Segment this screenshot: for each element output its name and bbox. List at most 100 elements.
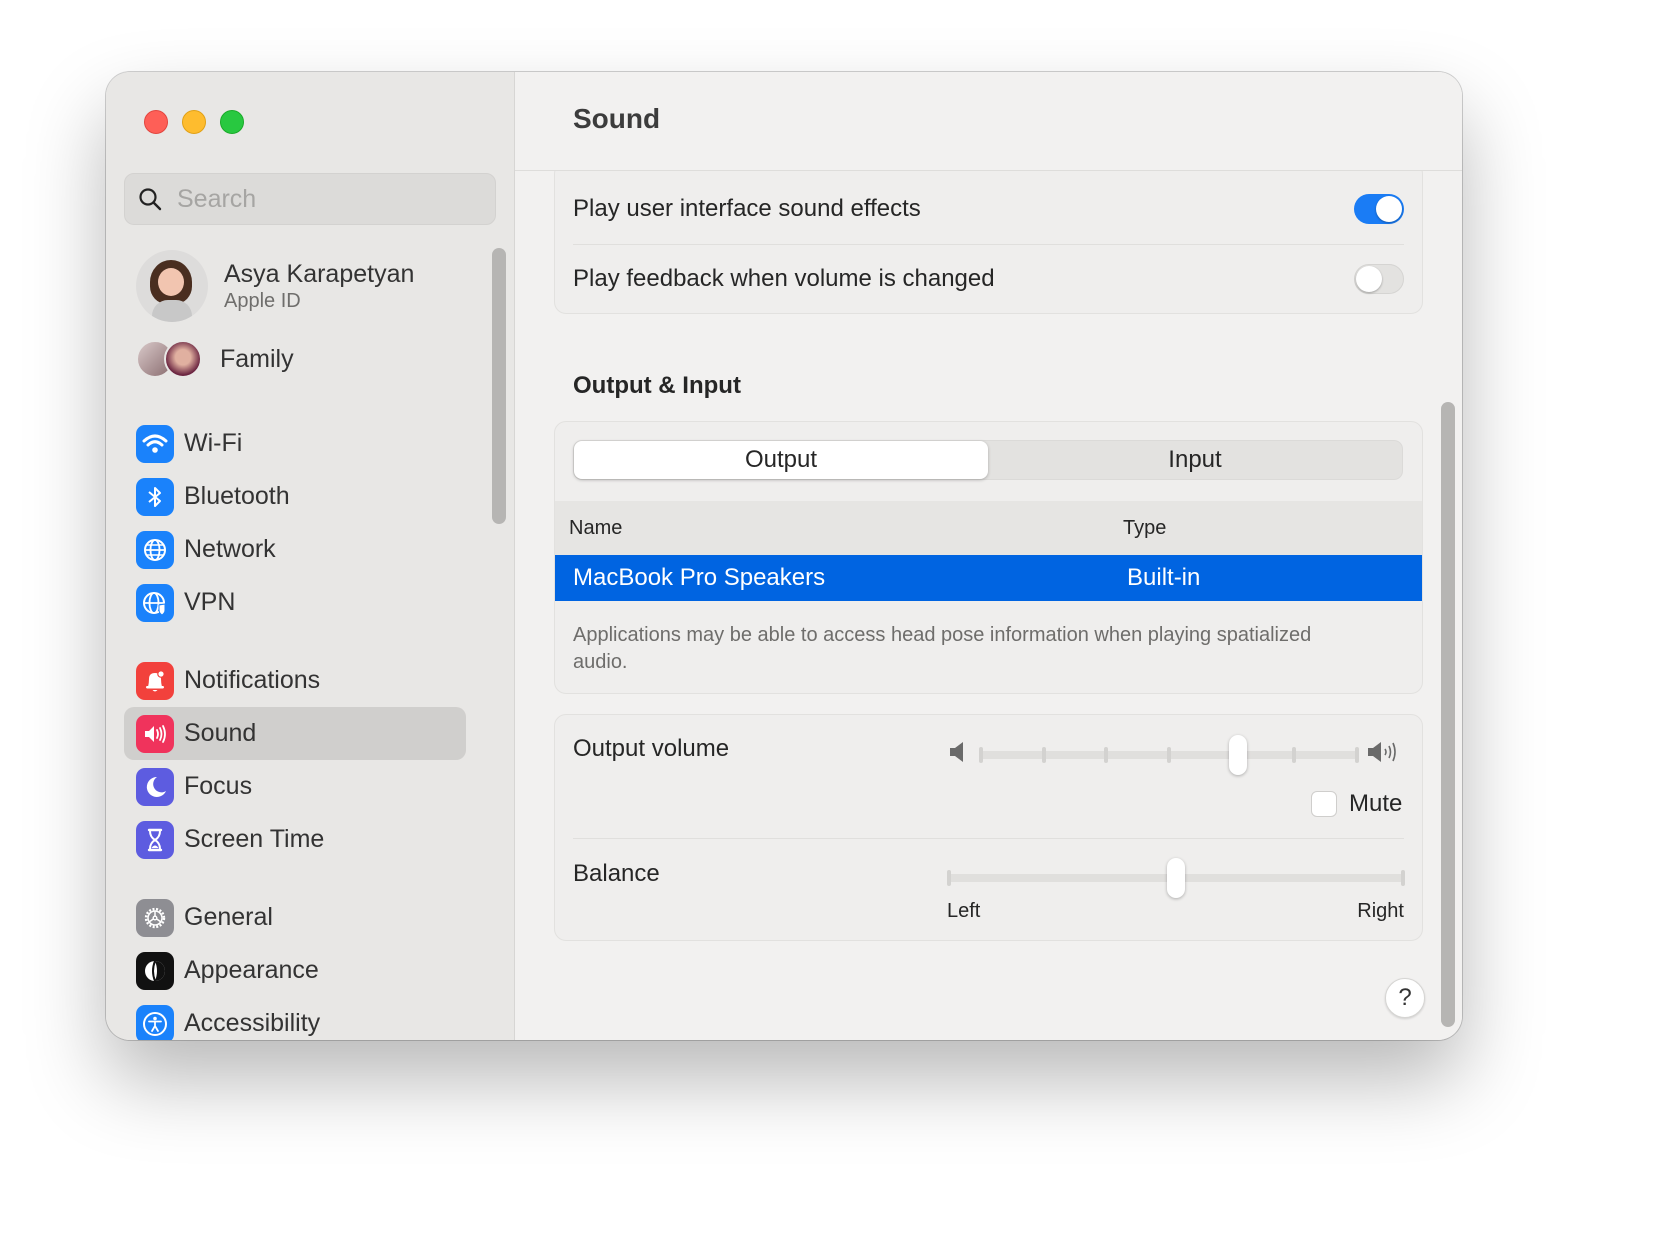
slider-tick (1292, 747, 1297, 763)
output-volume-label: Output volume (573, 735, 730, 762)
family-label: Family (220, 344, 294, 373)
toggle-row-ui-sounds: Play user interface sound effects (555, 173, 1422, 245)
mute-label: Mute (1349, 790, 1403, 817)
sidebar-item-vpn[interactable]: VPN (124, 576, 466, 629)
slider-thumb[interactable] (1167, 858, 1185, 898)
sidebar-item-label: Screen Time (184, 825, 325, 853)
hourglass-icon (136, 820, 174, 859)
bluetooth-icon (136, 477, 174, 516)
device-table-header: Name Type (555, 501, 1422, 555)
balance-label: Balance (573, 860, 660, 887)
tab-output[interactable]: Output (574, 441, 988, 479)
output-input-tabs: Output Input (573, 440, 1403, 480)
tab-input[interactable]: Input (988, 441, 1402, 479)
sidebar-item-label: Accessibility (184, 1009, 321, 1037)
account-name: Asya Karapetyan (224, 260, 415, 288)
sidebar-item-label: Focus (184, 772, 253, 800)
output-input-card: Output Input Name Type MacBook Pro Speak… (554, 421, 1423, 694)
sidebar-group-notifications: Notifications Sound Focus Screen Time (124, 654, 466, 866)
slider-tick (1355, 747, 1359, 763)
sidebar-item-label: Wi-Fi (184, 429, 243, 457)
sidebar-item-accessibility[interactable]: Accessibility (124, 997, 466, 1040)
column-header-name[interactable]: Name (569, 517, 622, 540)
divider (573, 838, 1404, 839)
sidebar-item-screen-time[interactable]: Screen Time (124, 813, 466, 866)
sidebar-item-wifi[interactable]: Wi-Fi (124, 417, 466, 470)
output-volume-slider[interactable] (979, 735, 1359, 775)
sidebar-item-label: General (184, 903, 273, 931)
mute-checkbox[interactable] (1311, 791, 1337, 817)
slider-tick (1401, 870, 1405, 886)
slider-tick (979, 747, 983, 763)
window-controls (144, 110, 244, 134)
ui-sound-effects-toggle[interactable] (1354, 194, 1404, 224)
sidebar-item-appearance[interactable]: Appearance (124, 944, 466, 997)
speaker-icon (136, 714, 174, 753)
slider-tick (1167, 747, 1171, 763)
volume-low-icon (950, 742, 963, 762)
help-button[interactable]: ? (1385, 978, 1425, 1018)
wifi-icon (136, 424, 174, 463)
sidebar-item-general[interactable]: General (124, 891, 466, 944)
toolbar: Sound (515, 72, 1462, 171)
sidebar-item-label: Bluetooth (184, 482, 290, 510)
slider-tick (1104, 747, 1109, 763)
sidebar: Asya Karapetyan Apple ID Family Wi-Fi (106, 72, 515, 1040)
sidebar-item-network[interactable]: Network (124, 523, 466, 576)
sidebar-list: Asya Karapetyan Apple ID Family Wi-Fi Bl… (106, 232, 515, 1040)
toggle-label: Play user interface sound effects (573, 195, 921, 222)
zoom-button[interactable] (220, 110, 244, 134)
page-title: Sound (573, 103, 661, 134)
balance-right-label: Right (1357, 900, 1404, 922)
toggle-row-volume-feedback: Play feedback when volume is changed (555, 245, 1422, 313)
sidebar-item-label: Notifications (184, 666, 321, 694)
sidebar-item-label: VPN (184, 588, 236, 616)
main-pane: Sound Play user interface sound effects … (515, 72, 1462, 1040)
sidebar-item-focus[interactable]: Focus (124, 760, 466, 813)
account-subtitle: Apple ID (224, 290, 301, 312)
sidebar-item-notifications[interactable]: Notifications (124, 654, 466, 707)
section-title-output-input: Output & Input (573, 372, 741, 399)
table-row[interactable]: MacBook Pro Speakers Built-in (555, 555, 1422, 601)
apple-id-account[interactable]: Asya Karapetyan Apple ID (136, 250, 414, 322)
spatial-audio-note: Applications may be able to access head … (573, 624, 1312, 673)
sound-effects-card: Play user interface sound effects Play f… (554, 162, 1423, 314)
sidebar-item-sound[interactable]: Sound (124, 707, 466, 760)
appearance-icon (136, 951, 174, 990)
sidebar-item-label: Network (184, 535, 276, 563)
avatar (136, 250, 208, 322)
volume-high-icon (1368, 742, 1396, 762)
device-name: MacBook Pro Speakers (573, 564, 826, 591)
main-scrollbar[interactable] (1441, 402, 1455, 1027)
moon-icon (136, 767, 174, 806)
sidebar-item-label: Sound (184, 719, 257, 747)
search-input[interactable] (177, 184, 477, 214)
slider-thumb[interactable] (1228, 735, 1247, 775)
close-button[interactable] (144, 110, 168, 134)
sidebar-item-bluetooth[interactable]: Bluetooth (124, 470, 466, 523)
volume-card: Output volume Mute Balance Left Right (554, 714, 1423, 941)
balance-left-label: Left (947, 900, 981, 922)
family-avatars (136, 340, 206, 378)
sidebar-group-network: Wi-Fi Bluetooth Network VPN (124, 417, 466, 629)
search-icon (139, 188, 162, 211)
globe-icon (136, 530, 174, 569)
sidebar-item-family[interactable]: Family (136, 340, 294, 378)
system-settings-window: Asya Karapetyan Apple ID Family Wi-Fi (106, 72, 1462, 1040)
sidebar-group-general: General Appearance Accessibility (124, 891, 466, 1040)
bell-icon (136, 661, 174, 700)
column-header-type[interactable]: Type (1123, 517, 1166, 540)
device-type: Built-in (1127, 564, 1201, 591)
accessibility-icon (136, 1004, 174, 1040)
balance-slider[interactable] (947, 858, 1405, 898)
mute-control[interactable]: Mute (1311, 790, 1402, 818)
sidebar-scrollbar[interactable] (492, 248, 506, 524)
vpn-globe-icon (136, 583, 174, 622)
slider-tick (947, 870, 951, 886)
gear-icon (136, 898, 174, 937)
search-field[interactable] (124, 173, 496, 225)
minimize-button[interactable] (182, 110, 206, 134)
toggle-label: Play feedback when volume is changed (573, 265, 995, 292)
volume-feedback-toggle[interactable] (1354, 264, 1404, 294)
slider-tick (1041, 747, 1046, 763)
